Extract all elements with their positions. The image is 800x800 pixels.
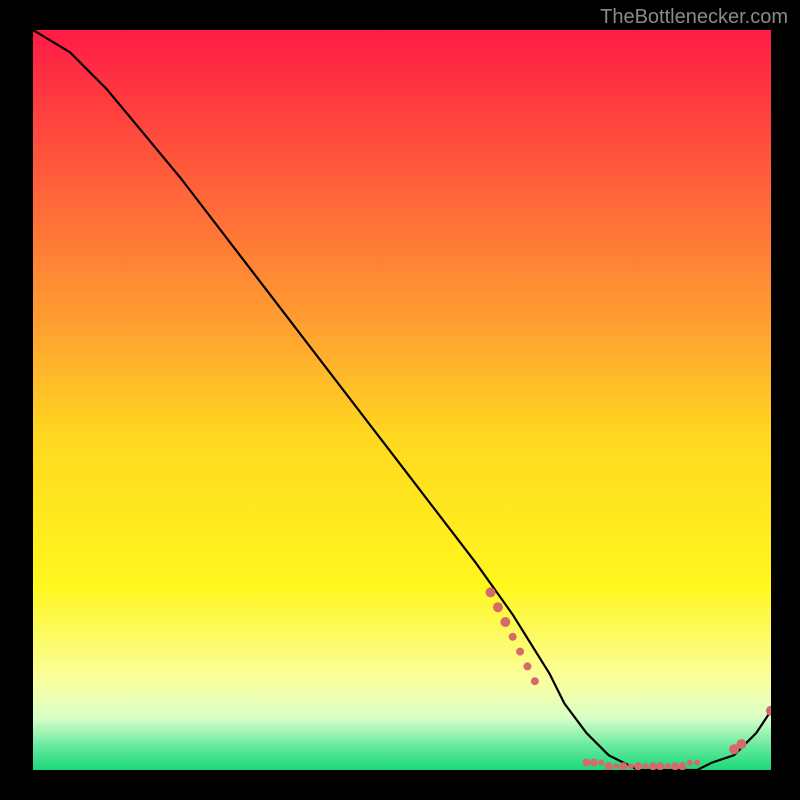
watermark-text: TheBottlenecker.com [600, 6, 788, 29]
scatter-point [509, 633, 517, 641]
scatter-point [605, 762, 613, 770]
gradient-background [33, 30, 771, 770]
plot-area [33, 30, 771, 770]
scatter-point [634, 762, 642, 770]
scatter-point [656, 762, 664, 770]
scatter-point [486, 587, 496, 597]
scatter-point [687, 760, 693, 766]
chart-container: TheBottlenecker.com [0, 0, 800, 800]
scatter-point [671, 762, 679, 770]
scatter-point [590, 759, 598, 767]
scatter-point [649, 762, 657, 770]
scatter-point [619, 762, 627, 770]
scatter-point [598, 760, 604, 766]
scatter-point [665, 763, 671, 769]
chart-svg [33, 30, 771, 770]
scatter-point [531, 677, 539, 685]
scatter-point [516, 648, 524, 656]
scatter-point [523, 662, 531, 670]
scatter-point [694, 760, 700, 766]
scatter-point [736, 739, 746, 749]
scatter-point [678, 762, 686, 770]
scatter-point [583, 759, 591, 767]
scatter-point [613, 763, 619, 769]
scatter-point [500, 617, 510, 627]
scatter-point [643, 763, 649, 769]
scatter-point [628, 763, 634, 769]
scatter-point [493, 602, 503, 612]
